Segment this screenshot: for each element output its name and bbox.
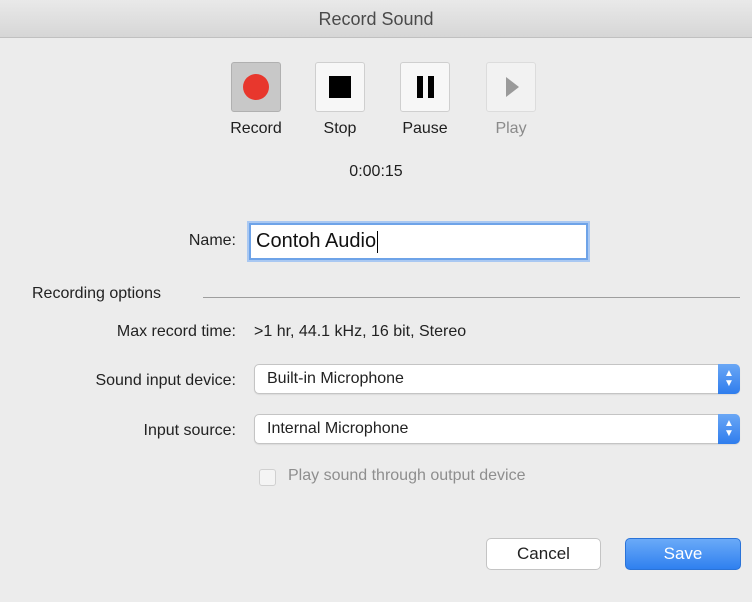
updown-chevron-icon: ▲ ▼ — [718, 364, 740, 394]
sound-input-device-select[interactable]: Built-in Microphone ▲ ▼ — [254, 364, 740, 394]
play-button[interactable] — [486, 62, 536, 112]
name-input[interactable]: Contoh Audio — [249, 223, 588, 260]
pause-icon — [416, 76, 434, 98]
record-icon — [243, 74, 269, 100]
play-through-label: Play sound through output device — [288, 467, 526, 484]
sound-input-device-value: Built-in Microphone — [267, 370, 404, 387]
group-divider — [203, 297, 740, 298]
window-title: Record Sound — [318, 9, 434, 29]
input-source-select[interactable]: Internal Microphone ▲ ▼ — [254, 414, 740, 444]
pause-button[interactable] — [400, 62, 450, 112]
play-through-checkbox[interactable] — [259, 469, 276, 486]
record-button[interactable] — [231, 62, 281, 112]
stop-icon — [329, 76, 351, 98]
input-source-value: Internal Microphone — [267, 420, 409, 437]
stop-label: Stop — [323, 120, 357, 137]
play-icon — [506, 77, 519, 97]
play-label: Play — [495, 120, 527, 137]
stop-button[interactable] — [315, 62, 365, 112]
save-button[interactable]: Save — [625, 538, 741, 570]
pause-label: Pause — [402, 120, 448, 137]
max-record-time-value: >1 hr, 44.1 kHz, 16 bit, Stereo — [254, 323, 467, 340]
sound-input-device-label: Sound input device: — [95, 372, 236, 389]
name-label: Name: — [188, 232, 236, 249]
name-input-value: Contoh Audio — [256, 230, 377, 252]
elapsed-time: 0:00:15 — [349, 163, 403, 180]
cancel-button[interactable]: Cancel — [486, 538, 601, 570]
updown-chevron-icon: ▲ ▼ — [718, 414, 740, 444]
record-label: Record — [230, 120, 282, 137]
max-record-time-label: Max record time: — [116, 323, 236, 340]
text-caret — [377, 230, 379, 253]
input-source-label: Input source: — [143, 422, 237, 439]
window-titlebar: Record Sound — [0, 0, 752, 38]
recording-options-title: Recording options — [32, 285, 161, 302]
